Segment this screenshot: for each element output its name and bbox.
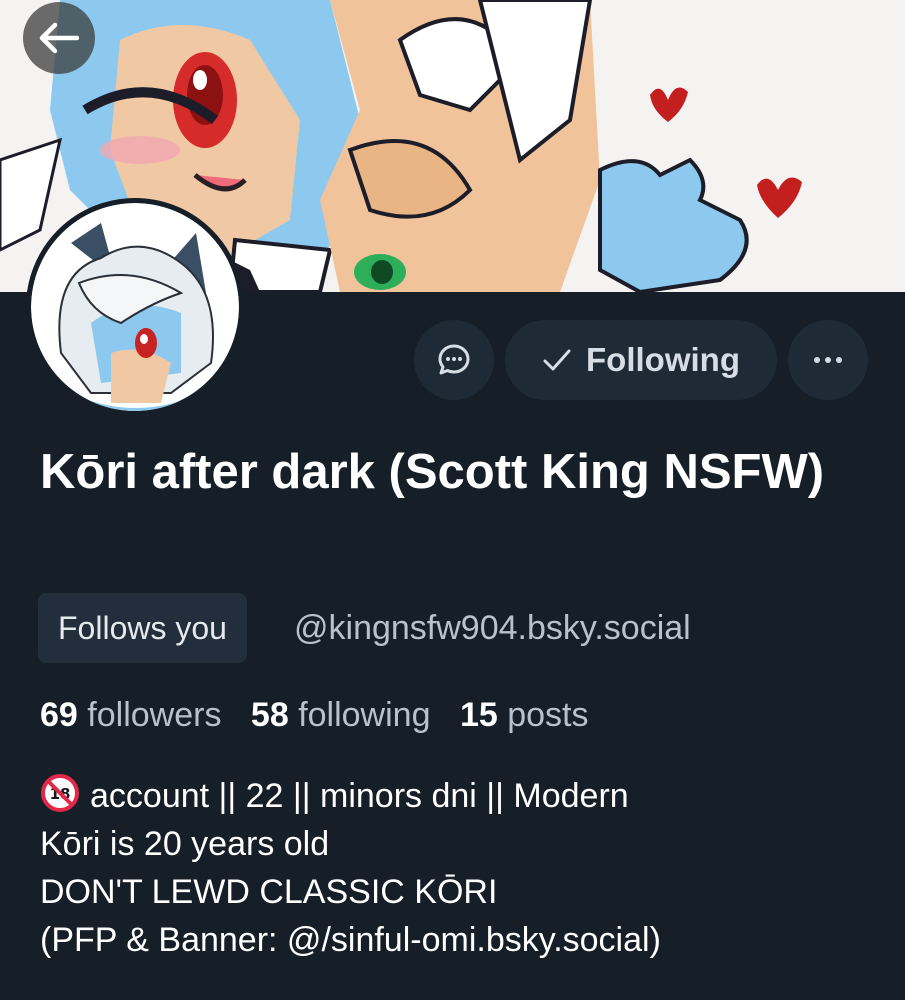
follows-you-badge: Follows you xyxy=(38,593,247,663)
bio-line-3: DON'T LEWD CLASSIC KŌRI xyxy=(40,873,498,911)
arrow-left-icon xyxy=(39,22,79,54)
profile-handle[interactable]: @kingnsfw904.bsky.social xyxy=(294,605,691,651)
message-button[interactable] xyxy=(414,320,494,400)
profile-page: Following Kōri after dark (Scott King NS… xyxy=(0,0,905,1000)
followers-label: followers xyxy=(87,696,222,734)
more-options-button[interactable] xyxy=(788,320,868,400)
no-under-18-icon: 18 xyxy=(41,774,79,812)
back-button[interactable] xyxy=(23,2,95,74)
followers-stat[interactable]: 69 followers xyxy=(40,696,221,734)
following-stat[interactable]: 58 following xyxy=(251,696,431,734)
avatar[interactable] xyxy=(26,198,244,416)
bio-line-1: 18 account || 22 || minors dni || Modern xyxy=(40,772,890,820)
bio-text-1: account || 22 || minors dni || Modern xyxy=(90,777,629,815)
followers-count: 69 xyxy=(40,696,78,734)
display-name: Kōri after dark (Scott King NSFW) xyxy=(40,445,825,499)
posts-stat: 15 posts xyxy=(460,696,589,734)
following-label: following xyxy=(298,696,431,734)
avatar-artwork xyxy=(31,203,239,411)
profile-stats: 69 followers 58 following 15 posts xyxy=(40,690,609,740)
following-button-label: Following xyxy=(586,341,740,378)
bio-line-4[interactable]: (PFP & Banner: @/sinful-omi.bsky.social) xyxy=(40,916,890,964)
chat-bubble-icon xyxy=(438,344,470,375)
checkmark-icon xyxy=(543,349,571,371)
following-button[interactable]: Following xyxy=(505,320,777,400)
ellipsis-icon xyxy=(814,357,842,363)
posts-label: posts xyxy=(507,696,589,734)
bio-line-2: Kōri is 20 years old xyxy=(40,825,330,863)
following-count: 58 xyxy=(250,696,289,734)
profile-bio: 18 account || 22 || minors dni || Modern… xyxy=(40,772,890,964)
posts-count: 15 xyxy=(459,696,498,734)
